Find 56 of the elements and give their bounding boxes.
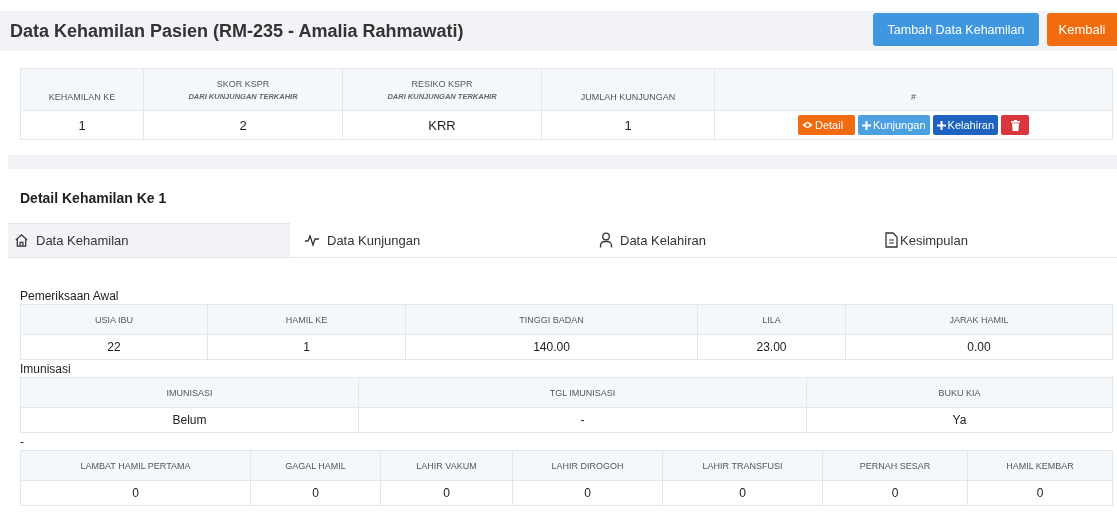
detail-button[interactable]: Detail (797, 115, 855, 135)
document-icon (885, 232, 898, 248)
table-cell: 22 (20, 334, 208, 360)
table-cell: 0 (967, 480, 1113, 506)
column-header: LILA (697, 304, 846, 335)
add-button[interactable]: Kelahiran (932, 115, 999, 135)
section-label: - (20, 437, 25, 448)
table-cell: 1 (207, 334, 406, 360)
person-icon (599, 232, 613, 248)
table-cell: KRR (342, 110, 542, 140)
column-header: USIA IBU (20, 304, 208, 335)
column-header: HAMIL KEMBAR (967, 450, 1113, 481)
trash-icon (1010, 119, 1020, 131)
table-cell: 0 (250, 480, 381, 506)
table-cell: 0 (380, 480, 513, 506)
back-button[interactable]: Kembali (1047, 13, 1117, 46)
column-header: GAGAL HAMIL (250, 450, 381, 481)
pulse-icon (304, 233, 320, 247)
column-header: PERNAH SESAR (822, 450, 968, 481)
table-cell: 2 (143, 110, 343, 140)
table-cell: 0 (662, 480, 823, 506)
table-cell: 0 (20, 480, 251, 506)
column-header: LAHIR DIROGOH (512, 450, 663, 481)
section-label: Imunisasi (20, 364, 72, 375)
section-label: Pemeriksaan Awal (20, 291, 120, 302)
table-cell: 1 (541, 110, 715, 140)
delete-button[interactable] (1001, 115, 1030, 135)
column-header: LAMBAT HAMIL PERTAMA (20, 450, 251, 481)
table-cell: Ya (806, 407, 1113, 433)
column-header: TINGGI BADAN (405, 304, 698, 335)
add-button[interactable]: Tambah Data Kehamilan (873, 13, 1039, 46)
table-cell: 0 (822, 480, 968, 506)
section-title: Detail Kehamilan Ke 1 (20, 190, 168, 206)
plus-icon (861, 120, 871, 130)
column-header: JUMLAH KUNJUNGAN (541, 68, 715, 111)
column-header: IMUNISASI (20, 377, 359, 408)
table-cell: 23.00 (697, 334, 846, 360)
table-cell: 0.00 (845, 334, 1113, 360)
table-cell: 140.00 (405, 334, 698, 360)
column-header: TGL IMUNISASI (358, 377, 807, 408)
column-header: LAHIR VAKUM (380, 450, 513, 481)
plus-icon (936, 120, 946, 130)
column-header: # (714, 68, 1113, 111)
column-header: JARAK HAMIL (845, 304, 1113, 335)
column-header: HAMIL KE (207, 304, 406, 335)
home-icon (14, 233, 29, 248)
column-header: KEHAMILAN KE (20, 68, 144, 111)
column-header: LAHIR TRANSFUSI (662, 450, 823, 481)
table-cell: - (358, 407, 807, 433)
eye-icon (801, 121, 813, 129)
page-title: Data Kehamilan Pasien (RM-235 - Amalia Rahmawati) (10, 20, 464, 42)
table-cell: 1 (20, 110, 144, 140)
tab[interactable]: Data Kehamilan (8, 223, 290, 257)
table-cell: 0 (512, 480, 663, 506)
column-header: BUKU KIA (806, 377, 1113, 408)
table-cell: Belum (20, 407, 359, 433)
